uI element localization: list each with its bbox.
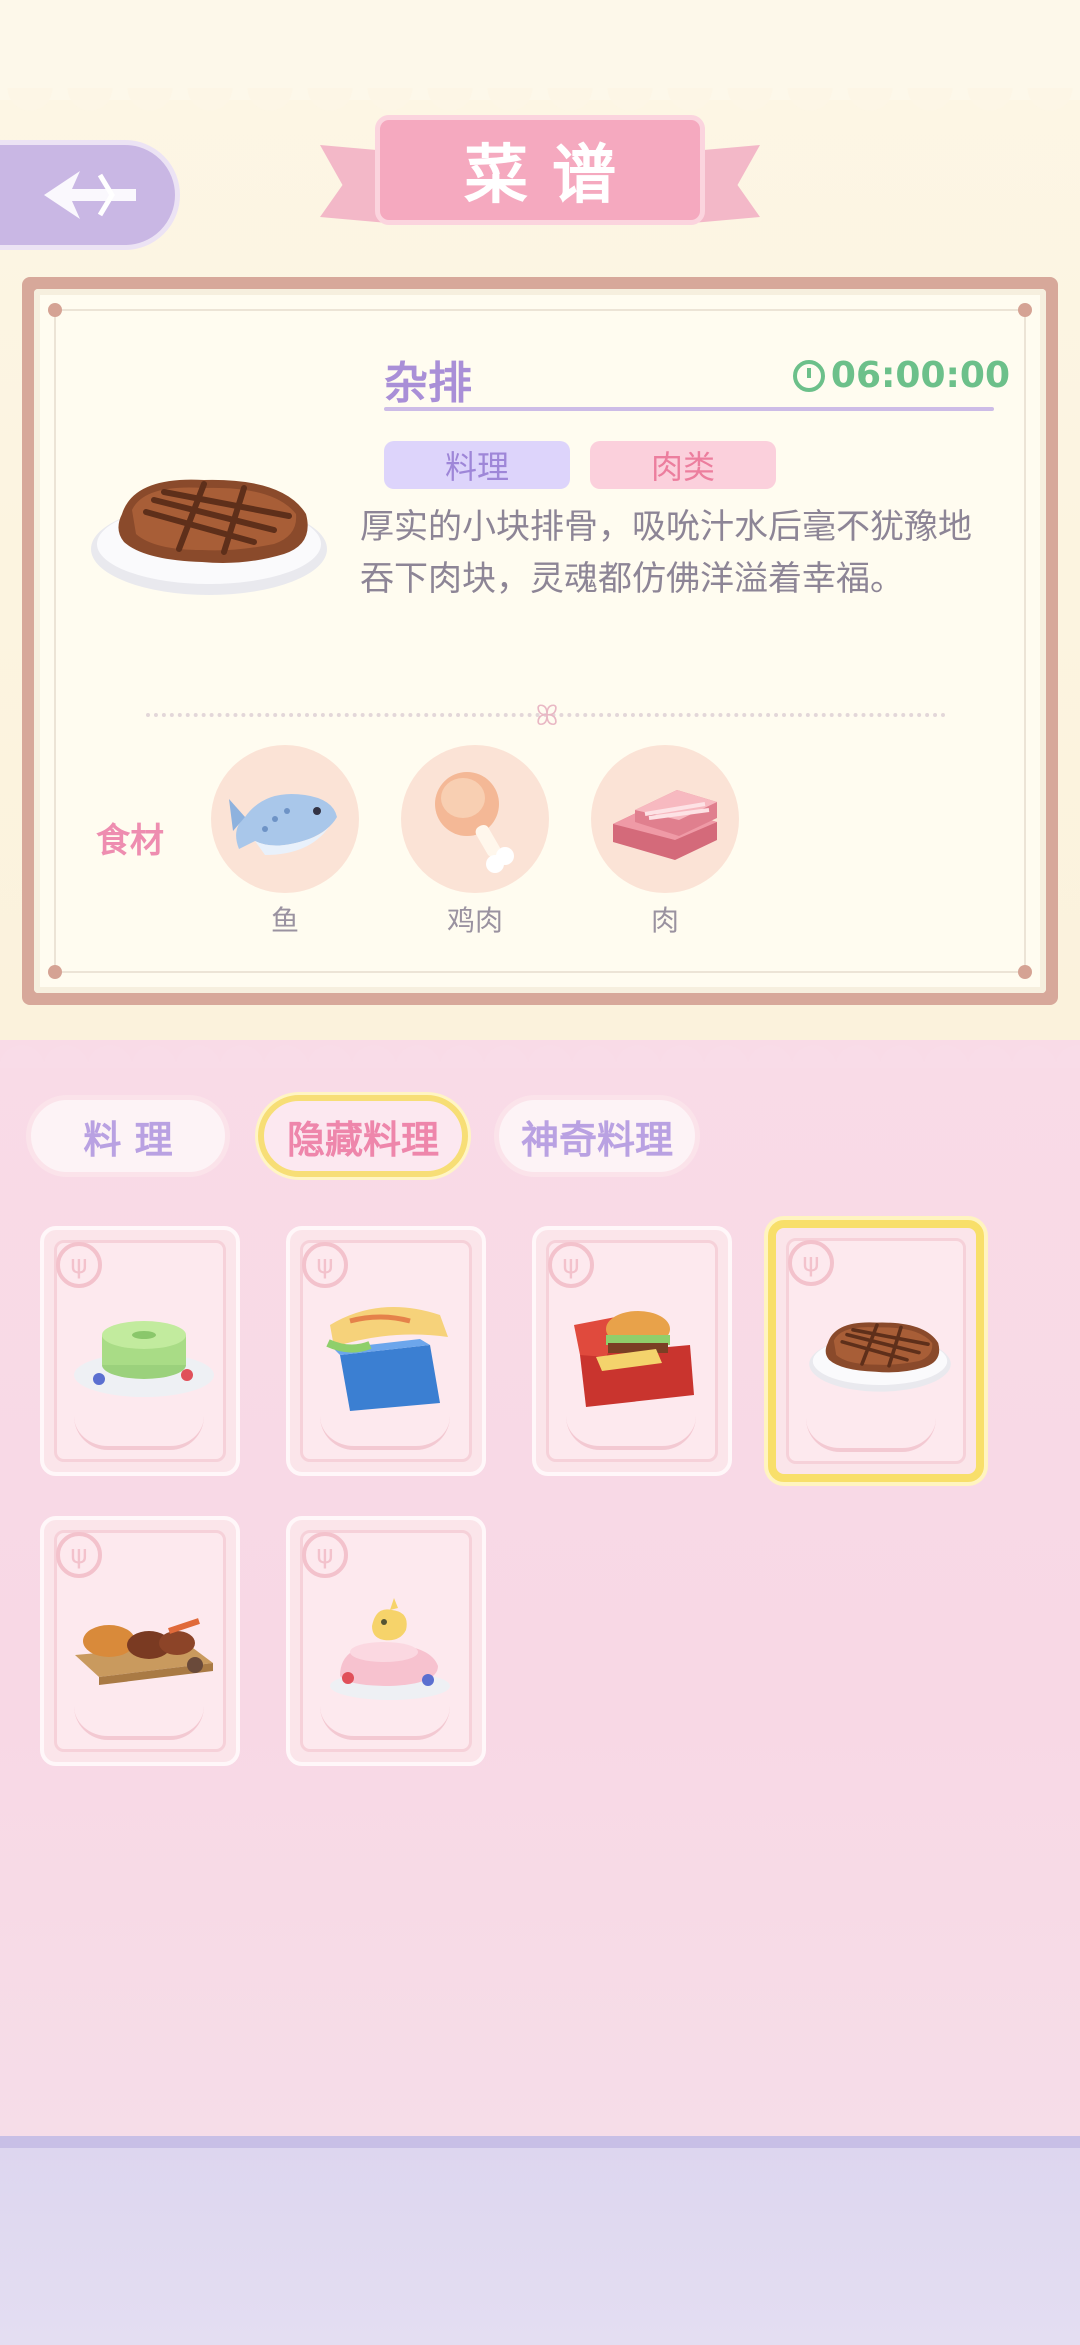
- steak-plate-icon: [809, 1322, 951, 1392]
- recipe-card[interactable]: ψ: [40, 1226, 240, 1476]
- dish-name: 杂排: [384, 358, 472, 409]
- wreath-decoration: [320, 1706, 450, 1740]
- wreath-decoration: [74, 1706, 204, 1740]
- tab-magic-cooking[interactable]: 神奇料理: [494, 1095, 700, 1177]
- ingredients-label: 食材: [96, 821, 164, 861]
- wreath-decoration: [74, 1416, 204, 1450]
- chicken-leg-icon: [435, 772, 514, 873]
- ingredient-circle: [211, 745, 359, 893]
- wreath-decoration: [320, 1416, 450, 1450]
- card-inner: 杂排 06:00:00 料理 肉类 厚实的小块排骨，吸吮汁水后毫不犹豫地吞下肉块…: [34, 289, 1046, 993]
- tag-type: 肉类: [590, 441, 776, 489]
- recipe-detail-card: 杂排 06:00:00 料理 肉类 厚实的小块排骨，吸吮汁水后毫不犹豫地吞下肉块…: [22, 277, 1058, 1005]
- clock-icon: [792, 359, 825, 392]
- wreath-decoration: [566, 1416, 696, 1450]
- ingredient-circle: [591, 745, 739, 893]
- corner-dot: [48, 965, 62, 979]
- burger-box-icon: [574, 1311, 694, 1407]
- back-arrow-icon: [44, 171, 136, 219]
- sandwich-box-icon: [326, 1307, 448, 1411]
- back-button[interactable]: [0, 140, 180, 250]
- recipe-card[interactable]: ψ: [286, 1226, 486, 1476]
- title-ribbon: 菜谱: [320, 105, 760, 245]
- recipe-card[interactable]: ψ: [286, 1516, 486, 1766]
- green-pancake-icon: [74, 1321, 214, 1397]
- corner-dot: [1018, 965, 1032, 979]
- footer-bar: [0, 2136, 1080, 2345]
- timer-value: 06:00:00: [830, 355, 1010, 396]
- ingredient-circle: [401, 745, 549, 893]
- bottom-scallop-edge: [0, 1028, 1080, 1068]
- tab-hidden-cooking[interactable]: 隐藏料理: [258, 1095, 468, 1177]
- ingredient-item[interactable]: 鸡肉: [400, 745, 550, 939]
- corner-dot: [1018, 303, 1032, 317]
- fork-spoon-icon: ψ: [788, 1240, 834, 1286]
- tab-cooking[interactable]: 料 理: [26, 1095, 230, 1177]
- ingredient-name: 肉: [650, 904, 679, 937]
- dish-description: 厚实的小块排骨，吸吮汁水后毫不犹豫地吞下肉块，灵魂都仿佛洋溢着幸福。: [360, 507, 972, 599]
- grilled-platter-icon: [75, 1618, 213, 1685]
- chick-cake-icon: [330, 1598, 450, 1700]
- cook-timer: 06:00:00: [792, 355, 1010, 396]
- recipe-card-selected[interactable]: ψ: [768, 1220, 984, 1482]
- page-title: 菜谱: [464, 138, 640, 213]
- fish-icon: [229, 793, 337, 855]
- recipe-card[interactable]: ψ: [532, 1226, 732, 1476]
- meat-slab-icon: [613, 790, 717, 860]
- ingredient-name: 鱼: [270, 904, 299, 937]
- fork-spoon-icon: ψ: [56, 1532, 102, 1578]
- bow-icon: ꕤ: [535, 699, 559, 732]
- ribbon-banner: 菜谱: [375, 115, 705, 225]
- ingredient-item[interactable]: 鱼: [210, 745, 360, 939]
- tag-category: 料理: [384, 441, 570, 489]
- corner-dot: [48, 303, 62, 317]
- recipe-card[interactable]: ψ: [40, 1516, 240, 1766]
- steak-plate-icon: [91, 479, 327, 595]
- top-scallop-band: [0, 0, 1080, 100]
- ingredient-name: 鸡肉: [446, 904, 503, 937]
- wreath-decoration: [806, 1418, 936, 1452]
- title-underline: [384, 407, 994, 411]
- fork-spoon-icon: ψ: [302, 1242, 348, 1288]
- ingredient-item[interactable]: 肉: [590, 745, 740, 939]
- fork-spoon-icon: ψ: [56, 1242, 102, 1288]
- fork-spoon-icon: ψ: [548, 1242, 594, 1288]
